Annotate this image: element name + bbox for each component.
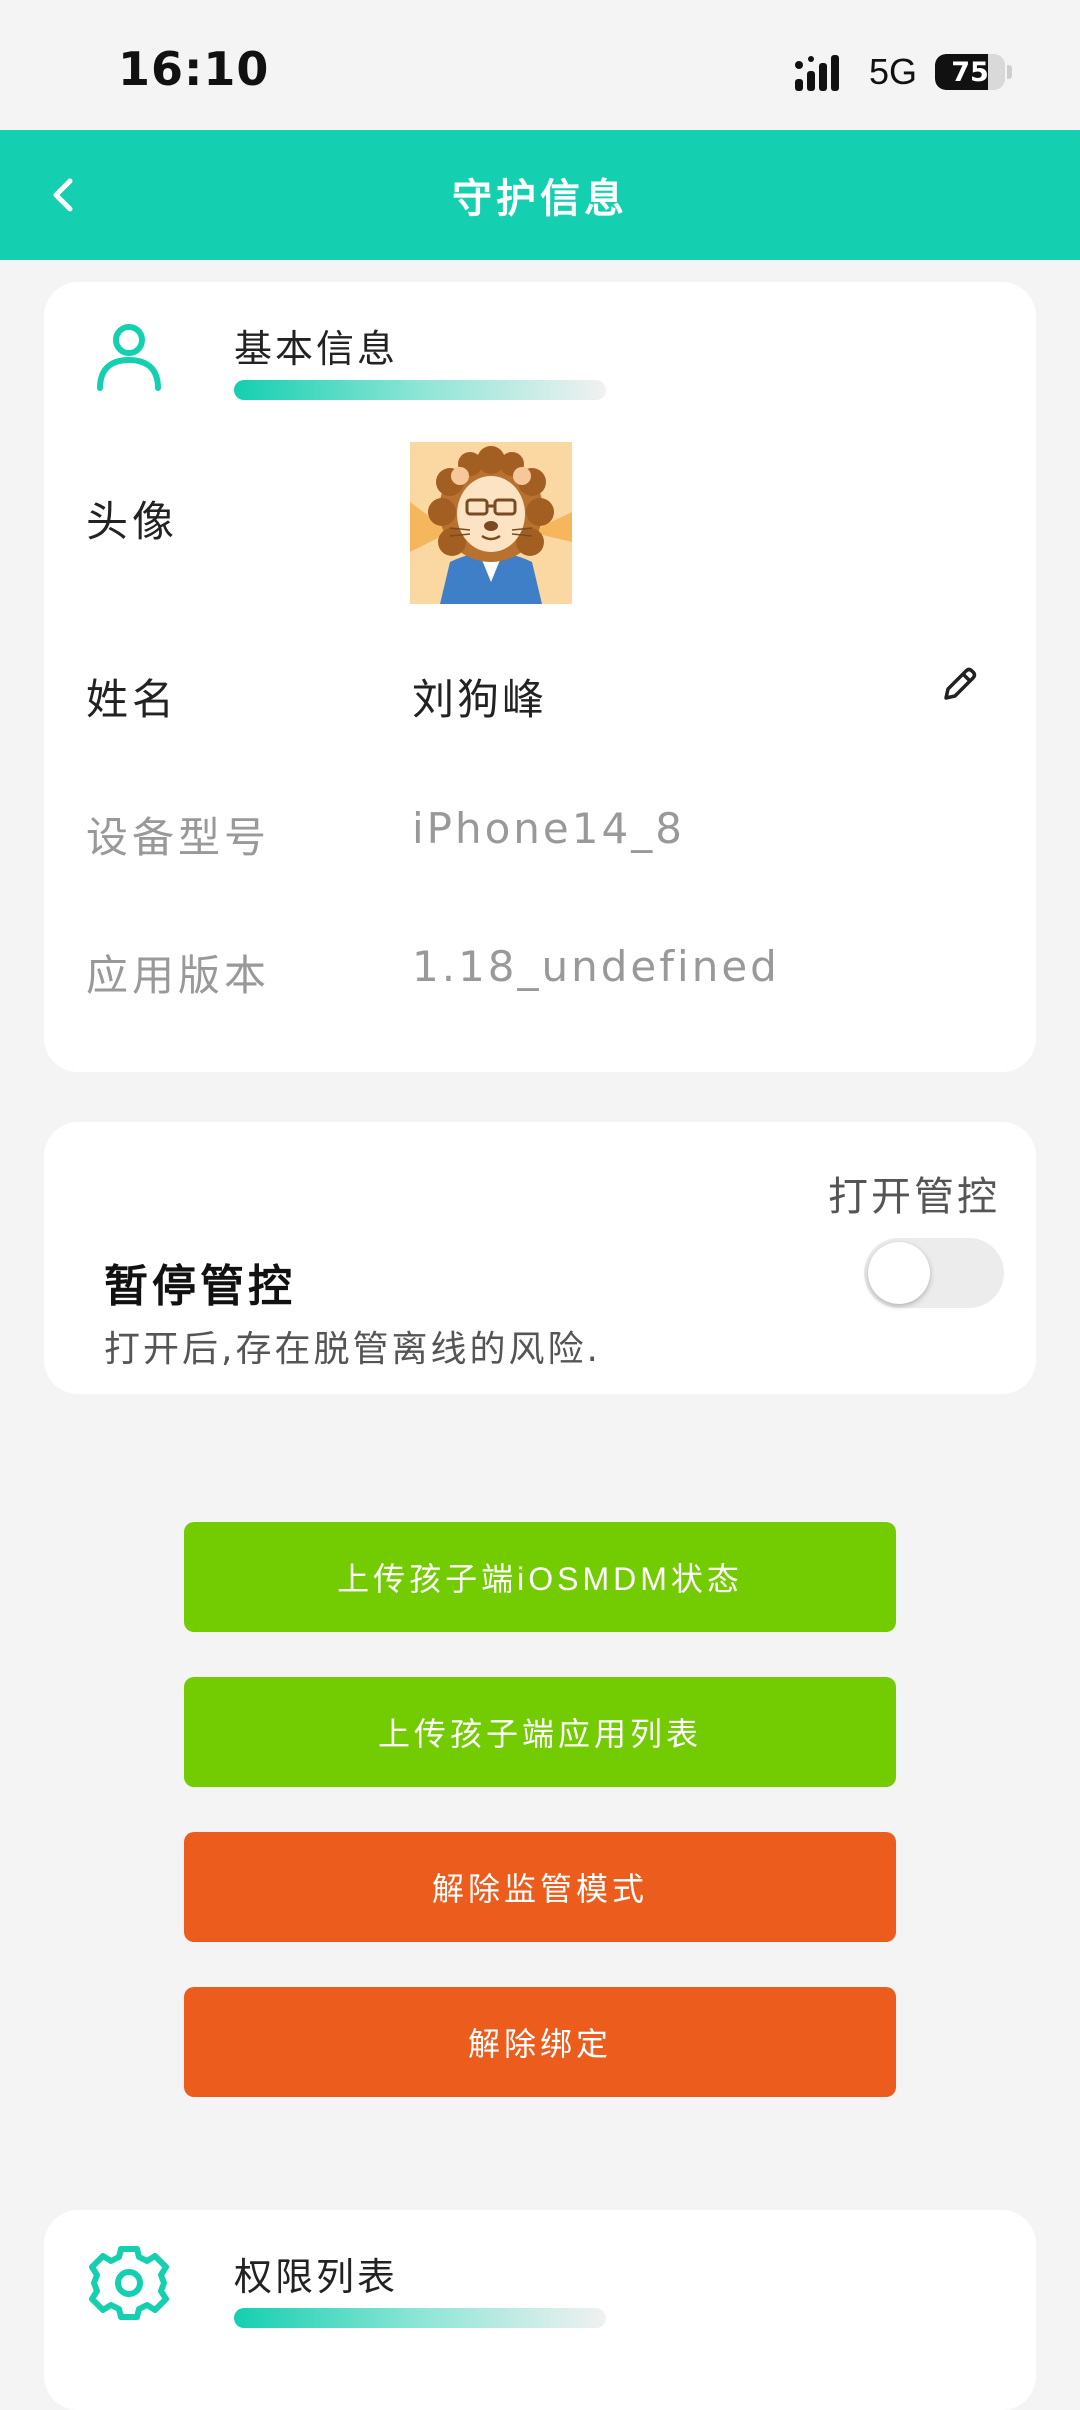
section-accent-bar xyxy=(234,2308,606,2328)
user-icon xyxy=(84,310,174,400)
app-version-value: 1.18_undefined xyxy=(412,942,780,991)
avatar-label: 头像 xyxy=(86,497,179,546)
status-bar: 16:10 5G 75 xyxy=(0,0,1080,130)
basic-info-title: 基本信息 xyxy=(234,327,399,371)
toggle-label: 打开管控 xyxy=(828,1174,1000,1220)
battery-icon: 75 xyxy=(935,54,1005,90)
battery-cap xyxy=(1007,65,1012,79)
pause-control-card: 打开管控 暂停管控 打开后,存在脱管离线的风险. xyxy=(44,1122,1036,1394)
name-value: 刘狗峰 xyxy=(412,675,548,724)
pause-control-description: 打开后,存在脱管离线的风险. xyxy=(104,1329,601,1370)
upload-mdm-status-button[interactable]: 上传孩子端iOSMDM状态 xyxy=(184,1522,896,1632)
device-model-value: iPhone14_8 xyxy=(412,804,685,853)
unbind-button[interactable]: 解除绑定 xyxy=(184,1987,896,2097)
section-accent-bar xyxy=(234,380,606,400)
chevron-left-icon xyxy=(53,178,73,212)
permissions-card: 权限列表 xyxy=(44,2210,1036,2410)
device-model-label: 设备型号 xyxy=(86,813,271,862)
page-title: 守护信息 xyxy=(452,176,628,222)
basic-info-card: 基本信息 头像 姓名 刘狗峰 设备型号 iPhone14_8 应用版本 1.18… xyxy=(44,282,1036,1072)
name-label: 姓名 xyxy=(86,675,179,724)
remove-supervision-button[interactable]: 解除监管模式 xyxy=(184,1832,896,1942)
basic-info-header: 基本信息 xyxy=(84,310,644,400)
status-indicators: 5G 75 xyxy=(794,50,1012,94)
edit-name-button[interactable] xyxy=(938,662,982,706)
signal-icon xyxy=(794,55,839,91)
network-label: 5G xyxy=(868,51,917,92)
pause-control-title: 暂停管控 xyxy=(104,1261,296,1312)
pause-control-toggle[interactable] xyxy=(864,1238,1004,1308)
avatar[interactable] xyxy=(410,442,572,604)
upload-app-list-button[interactable]: 上传孩子端应用列表 xyxy=(184,1677,896,1787)
pencil-icon xyxy=(944,667,977,700)
toggle-knob xyxy=(868,1242,930,1304)
nav-bar: 守护信息 xyxy=(0,130,1080,260)
permissions-header: 权限列表 xyxy=(84,2238,644,2328)
battery-percent: 75 xyxy=(951,56,989,88)
gear-icon xyxy=(84,2238,174,2328)
status-time: 16:10 xyxy=(118,42,270,96)
permissions-title: 权限列表 xyxy=(234,2255,399,2299)
app-version-label: 应用版本 xyxy=(86,951,271,1000)
back-button[interactable] xyxy=(38,170,88,220)
